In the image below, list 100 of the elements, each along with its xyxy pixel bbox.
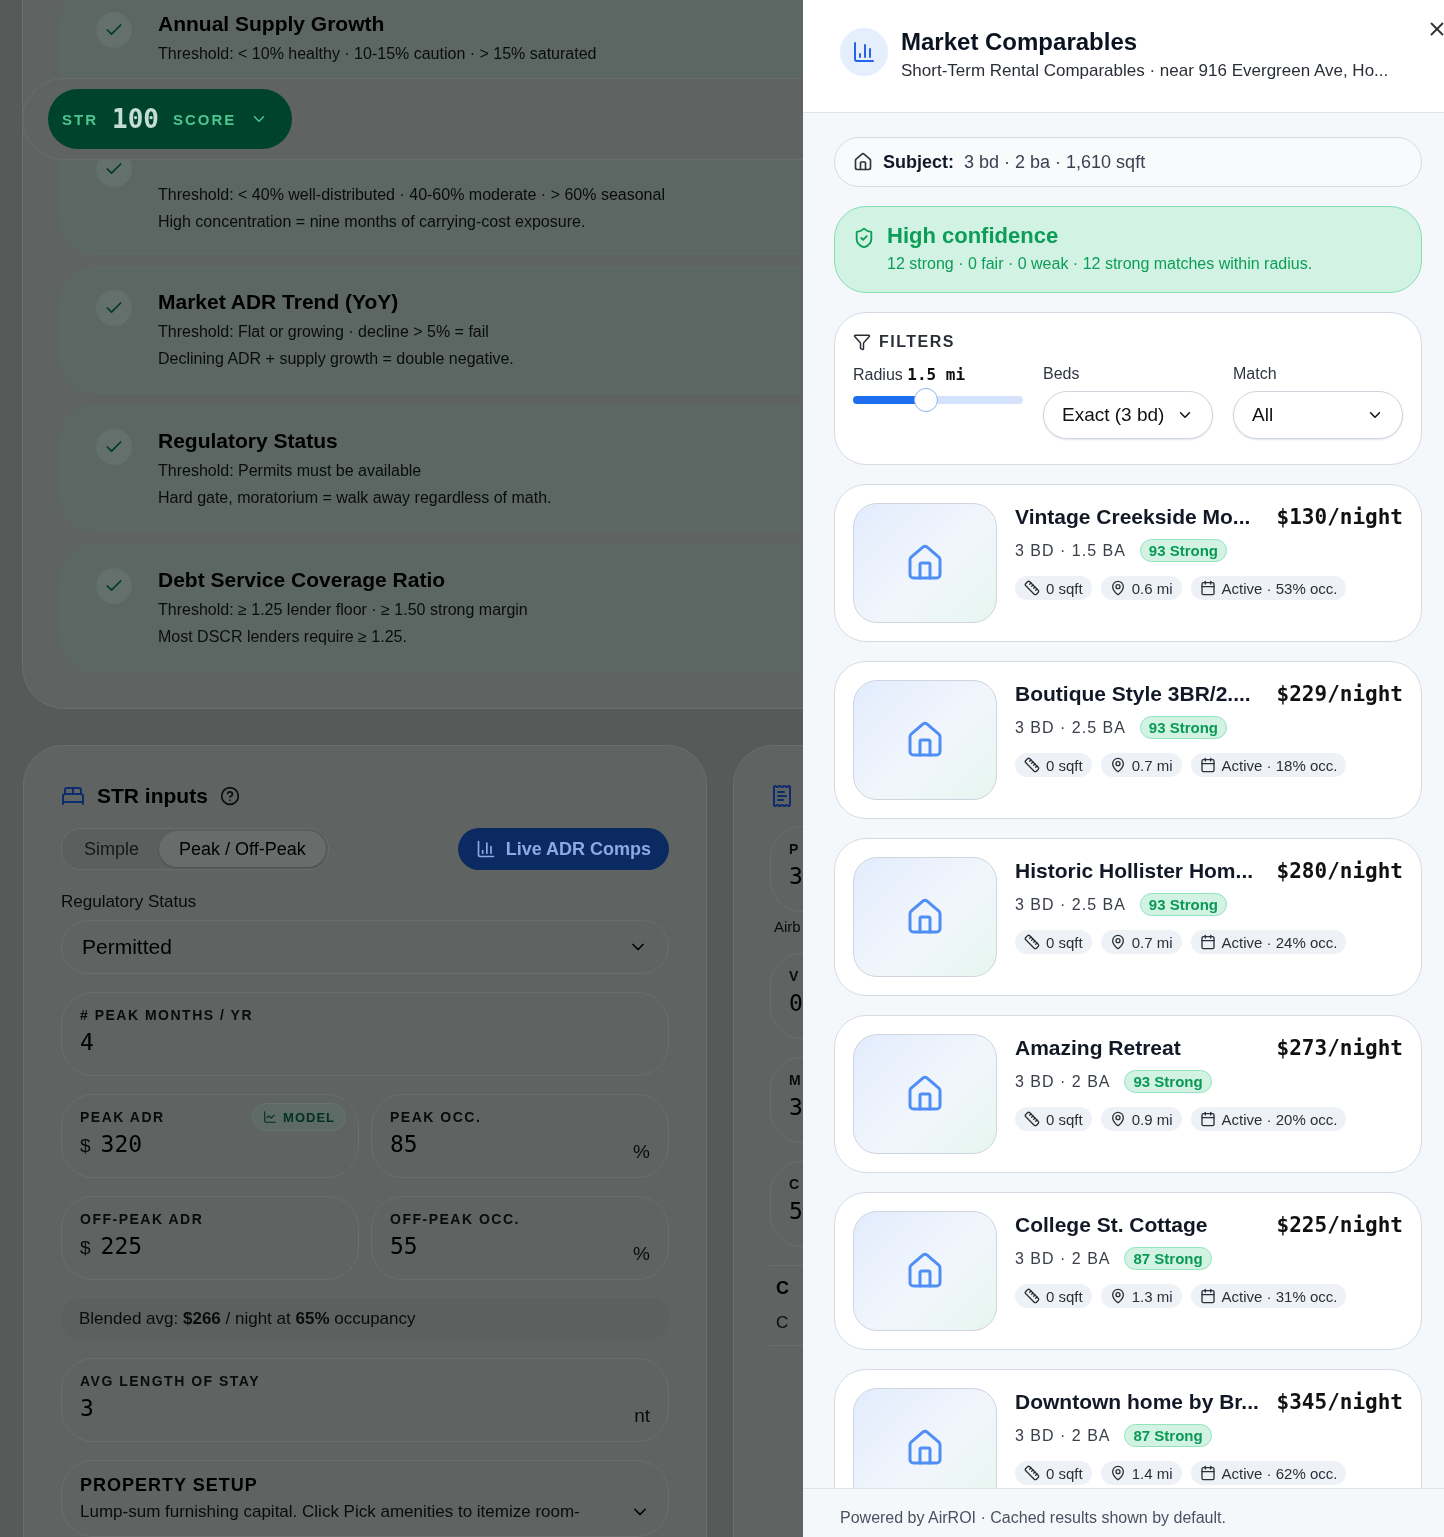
listing-title: Vintage Creekside Mo... xyxy=(1015,505,1251,529)
nightly-price: $130/night xyxy=(1276,505,1403,529)
criterion-title: Annual Supply Growth xyxy=(158,12,386,36)
comparable-card[interactable]: Boutique Style 3BR/2.... $229/night 3 BD · 2.5 BA 93 Strong 0 sqft 0.7 mi Active · 18% occ. xyxy=(834,661,1422,819)
ruler-icon xyxy=(1024,580,1040,596)
criterion-note: Declining ADR + supply growth = double negative. xyxy=(158,350,514,368)
check-icon xyxy=(96,12,132,48)
sqft-chip: 0 sqft xyxy=(1015,576,1092,600)
map-pin-icon xyxy=(1109,1465,1126,1481)
subject-label: Subject: xyxy=(883,151,954,173)
criterion-threshold: Threshold: ≥ 1.25 lender floor · ≥ 1.50 strong margin xyxy=(158,601,528,619)
bed-icon xyxy=(61,784,85,808)
listing-title: Boutique Style 3BR/2.... xyxy=(1015,682,1251,706)
sqft-chip: 0 sqft xyxy=(1015,930,1092,954)
input-field[interactable]: OFF-PEAK OCC. 55 % xyxy=(371,1196,669,1280)
drawer-title: Market Comparables xyxy=(901,28,1139,56)
blended-average-text: Blended avg: $266 / night at 65% occupancy xyxy=(61,1298,669,1340)
status-chip: Active · 24% occ. xyxy=(1190,930,1347,954)
listing-title: College St. Cottage xyxy=(1015,1213,1208,1237)
subject-details: 3 bd · 2 ba · 1,610 sqft xyxy=(964,151,1146,173)
map-pin-icon xyxy=(1109,934,1126,950)
match-score-badge: 93 Strong xyxy=(1139,716,1227,739)
rooms-text: 3 BD · 2 BA xyxy=(1015,1249,1111,1268)
live-comps-button[interactable]: Live ADR Comps xyxy=(457,828,669,870)
rooms-text: 3 BD · 2 BA xyxy=(1015,1426,1111,1445)
status-chip: Active · 53% occ. xyxy=(1190,576,1347,600)
ruler-icon xyxy=(1024,757,1040,773)
comparable-card[interactable]: Downtown home by Br... $345/night 3 BD · 2 BA 87 Strong 0 sqft 1.4 mi Active · 62% occ. xyxy=(834,1369,1422,1488)
ruler-icon xyxy=(1024,1111,1040,1127)
input-field[interactable]: PEAK OCC. 85 % xyxy=(371,1094,669,1178)
nightly-price: $280/night xyxy=(1276,859,1403,883)
help-icon xyxy=(219,786,240,806)
beds-label: Beds xyxy=(1043,365,1081,383)
comparable-card[interactable]: College St. Cottage $225/night 3 BD · 2 BA 87 Strong 0 sqft 1.3 mi Active · 31% occ. xyxy=(834,1192,1422,1350)
criterion-title: Regulatory Status xyxy=(158,429,339,453)
input-field[interactable]: PEAK ADR $ 320 MODEL xyxy=(61,1094,359,1178)
map-pin-icon xyxy=(1109,1288,1126,1304)
match-score-badge: 93 Strong xyxy=(1124,1070,1212,1093)
comparable-card[interactable]: Amazing Retreat $273/night 3 BD · 2 BA 93 Strong 0 sqft 0.9 mi Active · 20% occ. xyxy=(834,1015,1422,1173)
rooms-text: 3 BD · 1.5 BA xyxy=(1015,541,1126,560)
distance-chip: 1.4 mi xyxy=(1100,1461,1182,1485)
bar-chart-icon xyxy=(840,28,888,76)
status-chip: Active · 18% occ. xyxy=(1190,753,1347,777)
mode-tab[interactable]: Simple xyxy=(64,831,160,867)
filters-title: FILTERS xyxy=(879,333,955,351)
model-badge: MODEL xyxy=(252,1103,346,1131)
rooms-text: 3 BD · 2.5 BA xyxy=(1015,718,1126,737)
mode-tab[interactable]: Peak / Off-Peak xyxy=(159,831,326,867)
sqft-chip: 0 sqft xyxy=(1015,753,1092,777)
criterion-threshold: Threshold: Flat or growing · decline > 5% = fail xyxy=(158,323,490,341)
match-score-badge: 87 Strong xyxy=(1124,1247,1212,1270)
calendar-icon xyxy=(1199,1465,1216,1481)
listing-title: Historic Hollister Hom... xyxy=(1015,859,1254,883)
status-chip: Active · 62% occ. xyxy=(1190,1461,1347,1485)
receipt-icon xyxy=(770,784,794,808)
status-chip: Active · 31% occ. xyxy=(1190,1284,1347,1308)
property-setup-section[interactable]: PROPERTY SETUP Lump-sum furnishing capital. Click Pick amenities to itemize room- xyxy=(61,1460,669,1537)
card-title: STR inputs xyxy=(97,784,208,808)
distance-chip: 0.9 mi xyxy=(1100,1107,1182,1131)
input-field[interactable]: OFF-PEAK ADR $ 225 xyxy=(61,1196,359,1280)
radius-slider[interactable] xyxy=(853,387,1023,413)
ruler-icon xyxy=(1024,1288,1040,1304)
calendar-icon xyxy=(1199,1288,1216,1304)
line-chart-icon xyxy=(263,1110,278,1124)
check-icon xyxy=(96,429,132,465)
status-chip: Active · 20% occ. xyxy=(1190,1107,1347,1131)
distance-chip: 0.7 mi xyxy=(1100,753,1182,777)
listing-title: Downtown home by Br... xyxy=(1015,1390,1259,1414)
calendar-icon xyxy=(1199,1111,1216,1127)
match-label: Match xyxy=(1233,365,1278,383)
bar-chart-icon xyxy=(475,839,496,859)
nightly-price: $273/night xyxy=(1276,1036,1403,1060)
regulatory-select[interactable]: Permitted xyxy=(61,920,669,974)
comparable-card[interactable]: Historic Hollister Hom... $280/night 3 BD · 2.5 BA 93 Strong 0 sqft 0.7 mi Active · 24% occ. xyxy=(834,838,1422,996)
calendar-icon xyxy=(1199,757,1216,773)
criterion-threshold: Threshold: < 40% well-distributed · 40-60% moderate · > 60% seasonal xyxy=(158,186,665,204)
radius-label: Radius 1.5 mi xyxy=(853,365,967,384)
drawer-subtitle: Short-Term Rental Comparables · near 916 Evergreen Ave, Ho... xyxy=(901,61,1389,81)
calendar-icon xyxy=(1199,580,1216,596)
match-dropdown[interactable]: All xyxy=(1233,391,1403,439)
score-pill[interactable]: STR 100 SCORE xyxy=(48,89,293,149)
distance-chip: 1.3 mi xyxy=(1100,1284,1182,1308)
ruler-icon xyxy=(1024,934,1040,950)
map-pin-icon xyxy=(1109,757,1126,773)
section-subtitle: C xyxy=(776,1313,790,1333)
match-score-badge: 93 Strong xyxy=(1139,539,1227,562)
comparable-card[interactable]: Vintage Creekside Mo... $130/night 3 BD · 1.5 BA 93 Strong 0 sqft 0.6 mi Active · 53% occ. xyxy=(834,484,1422,642)
confidence-title: High confidence xyxy=(887,223,1060,249)
sqft-chip: 0 sqft xyxy=(1015,1284,1092,1308)
input-field[interactable]: AVG LENGTH OF STAY 3 nt xyxy=(61,1358,669,1442)
check-icon xyxy=(96,568,132,604)
criterion-note: High concentration = nine months of carrying-cost exposure. xyxy=(158,213,587,231)
calendar-icon xyxy=(1199,934,1216,950)
sqft-chip: 0 sqft xyxy=(1015,1107,1092,1131)
match-score-badge: 87 Strong xyxy=(1124,1424,1212,1447)
input-field[interactable]: # PEAK MONTHS / YR 4 xyxy=(61,992,669,1076)
distance-chip: 0.7 mi xyxy=(1100,930,1182,954)
criterion-threshold: Threshold: Permits must be available xyxy=(158,462,423,480)
nightly-price: $345/night xyxy=(1276,1390,1403,1414)
beds-dropdown[interactable]: Exact (3 bd) xyxy=(1043,391,1213,439)
